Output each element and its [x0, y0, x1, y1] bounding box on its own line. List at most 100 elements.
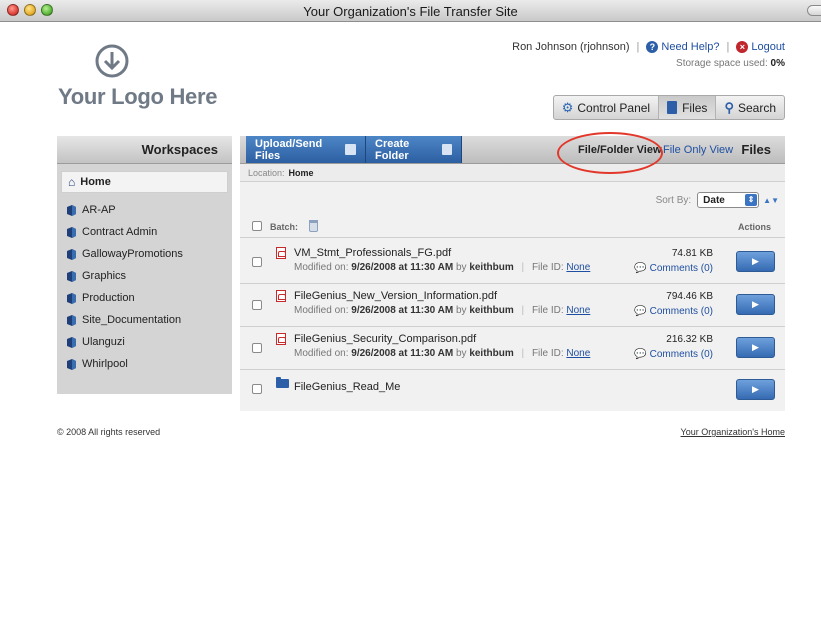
sort-select[interactable]: Date ⇕	[697, 192, 760, 208]
row-checkbox[interactable]	[252, 384, 262, 394]
divider: |	[521, 262, 525, 273]
comments-link[interactable]: 💬 Comments (0)	[634, 306, 713, 317]
play-arrow-icon: ▶	[752, 342, 759, 352]
location-label: Location:	[248, 167, 285, 178]
row-checkbox[interactable]	[252, 257, 262, 267]
comments-link[interactable]: 💬 Comments (0)	[634, 349, 713, 360]
pdf-icon	[276, 290, 286, 302]
storage-info: Storage space used: 0%	[676, 58, 785, 69]
user-bar: Ron Johnson (rjohnson) | ? Need Help? | …	[512, 41, 785, 53]
file-id-link[interactable]: None	[566, 348, 590, 359]
file-only-view-link[interactable]: File Only View	[663, 144, 733, 156]
table-row: FileGenius_Security_Comparison.pdf Modif…	[240, 328, 785, 370]
breadcrumb: Location: Home	[240, 164, 785, 182]
magnifier-icon: ⚲	[724, 99, 734, 115]
sidebar-item-site-documentation[interactable]: Site_Documentation	[57, 309, 232, 331]
folder-add-icon	[441, 144, 452, 155]
table-row: FileGenius_New_Version_Information.pdf M…	[240, 285, 785, 327]
panel-title: Files	[741, 142, 771, 157]
window-title: Your Organization's File Transfer Site	[303, 4, 518, 19]
organization-home-link[interactable]: Your Organization's Home	[681, 427, 785, 437]
modified-by: keithbum	[469, 262, 514, 273]
batch-label: Batch:	[270, 222, 299, 232]
toolbar-toggle-button[interactable]	[807, 5, 821, 16]
file-actions-button[interactable]: ▶	[736, 251, 775, 272]
sidebar-item-label: GallowayPromotions	[82, 248, 183, 260]
file-id-label: File ID:	[531, 305, 564, 316]
files-panel: Upload/Send Files Create Folder File/Fol…	[240, 136, 785, 411]
play-arrow-icon: ▶	[752, 256, 759, 266]
file-meta: Modified on: 9/26/2008 at 11:30 AM by ke…	[294, 262, 590, 273]
comments-label: Comments (0)	[649, 349, 713, 360]
location-value: Home	[288, 167, 314, 178]
sidebar-item-label: Home	[80, 176, 111, 188]
sidebar-item-label: AR-AP	[82, 204, 116, 216]
file-id-link[interactable]: None	[566, 262, 590, 273]
sort-value: Date	[703, 194, 725, 206]
sidebar-item-whirlpool[interactable]: Whirlpool	[57, 353, 232, 375]
file-size: 794.46 KB	[666, 291, 713, 302]
help-link[interactable]: Need Help?	[661, 41, 719, 53]
file-id-link[interactable]: None	[566, 305, 590, 316]
shield-icon	[67, 292, 76, 304]
modified-by: keithbum	[469, 348, 514, 359]
select-all-checkbox[interactable]	[252, 221, 262, 231]
file-size: 216.32 KB	[666, 334, 713, 345]
button-label: Create Folder	[375, 137, 410, 162]
trash-icon[interactable]	[309, 220, 318, 232]
logout-link[interactable]: Logout	[751, 41, 785, 53]
upload-icon	[345, 144, 356, 155]
shield-icon	[67, 204, 76, 216]
sidebar-item-label: Whirlpool	[82, 358, 128, 370]
file-meta: Modified on: 9/26/2008 at 11:30 AM by ke…	[294, 348, 590, 359]
tab-search[interactable]: ⚲ Search	[716, 96, 784, 119]
row-checkbox[interactable]	[252, 300, 262, 310]
shield-icon	[67, 336, 76, 348]
file-name[interactable]: FileGenius_Security_Comparison.pdf	[294, 333, 476, 345]
file-id-label: File ID:	[531, 348, 564, 359]
row-checkbox[interactable]	[252, 343, 262, 353]
folder-name[interactable]: FileGenius_Read_Me	[294, 381, 400, 393]
comments-label: Comments (0)	[649, 306, 713, 317]
question-icon: ?	[646, 41, 659, 53]
comments-link[interactable]: 💬 Comments (0)	[634, 263, 713, 274]
chevron-updown-icon: ⇕	[745, 194, 758, 206]
file-name[interactable]: FileGenius_New_Version_Information.pdf	[294, 290, 497, 302]
modified-date: 9/26/2008 at 11:30 AM	[351, 262, 454, 273]
workspaces-sidebar: Workspaces ⌂ Home AR-AP Contract Admin G…	[57, 136, 232, 394]
sidebar-item-gallowaypromotions[interactable]: GallowayPromotions	[57, 243, 232, 265]
comments-label: Comments (0)	[649, 263, 713, 274]
upload-send-files-button[interactable]: Upload/Send Files	[246, 136, 366, 163]
file-actions-button[interactable]: ▶	[736, 294, 775, 315]
shield-icon	[67, 226, 76, 238]
sidebar-title: Workspaces	[57, 136, 232, 164]
file-meta: Modified on: 9/26/2008 at 11:30 AM by ke…	[294, 305, 590, 316]
divider: |	[726, 41, 730, 53]
file-name[interactable]: VM_Stmt_Professionals_FG.pdf	[294, 247, 451, 259]
sidebar-item-production[interactable]: Production	[57, 287, 232, 309]
modified-label: Modified on:	[294, 262, 349, 273]
house-icon: ⌂	[68, 175, 76, 189]
file-icon	[667, 101, 678, 114]
folder-icon	[276, 377, 289, 388]
sidebar-item-ulanguzi[interactable]: Ulanguzi	[57, 331, 232, 353]
sidebar-item-ar-ap[interactable]: AR-AP	[57, 199, 232, 221]
workspace-list: AR-AP Contract Admin GallowayPromotions …	[57, 199, 232, 375]
sidebar-item-contract-admin[interactable]: Contract Admin	[57, 221, 232, 243]
sort-label: Sort By:	[655, 194, 692, 206]
sidebar-item-graphics[interactable]: Graphics	[57, 265, 232, 287]
folder-row: FileGenius_Read_Me ▶	[240, 371, 785, 409]
divider: |	[521, 348, 525, 359]
shield-icon	[67, 314, 76, 326]
tab-control-panel[interactable]: ⚙ Control Panel	[554, 96, 660, 119]
sidebar-item-home[interactable]: ⌂ Home	[61, 171, 228, 193]
create-folder-button[interactable]: Create Folder	[366, 136, 462, 163]
sort-direction-icon[interactable]: ▲▼	[763, 196, 779, 205]
file-actions-button[interactable]: ▶	[736, 337, 775, 358]
sidebar-item-label: Graphics	[82, 270, 127, 282]
tab-label: Files	[682, 100, 708, 115]
tab-files[interactable]: Files	[659, 96, 717, 119]
table-row: VM_Stmt_Professionals_FG.pdf Modified on…	[240, 242, 785, 284]
folder-actions-button[interactable]: ▶	[736, 379, 775, 400]
tab-label: Control Panel	[577, 100, 651, 115]
